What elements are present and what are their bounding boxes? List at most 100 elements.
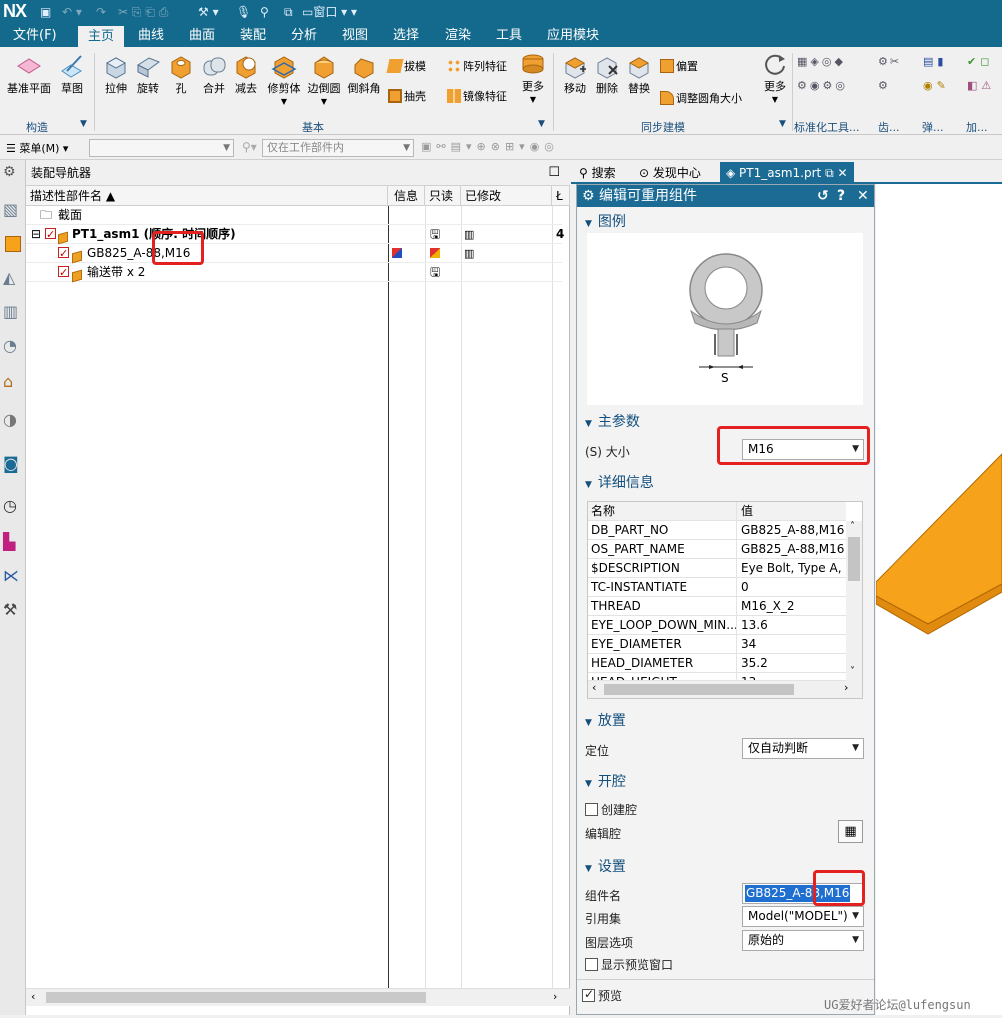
menu-button[interactable]: ☰ 菜单(M) ▾: [6, 140, 68, 156]
hd3d-icon[interactable]: ◔: [3, 336, 23, 356]
mirror-feature-button[interactable]: 镜像特征: [447, 89, 507, 104]
horizontal-scrollbar[interactable]: ‹ ›: [26, 988, 570, 1006]
position-dropdown[interactable]: 仅自动判断 ▼: [742, 738, 864, 759]
subtract-button[interactable]: 减去: [230, 53, 262, 95]
scroll-thumb[interactable]: [848, 537, 860, 581]
menu-assembly[interactable]: 装配: [240, 27, 266, 45]
scroll-thumb[interactable]: [46, 992, 426, 1003]
table-row[interactable]: HEAD_HEIGHT13: [588, 673, 846, 681]
standard-tools-icons[interactable]: ▦◈◎◆: [797, 55, 846, 69]
window-switch-icon[interactable]: ⧉: [284, 4, 293, 21]
selection-tool-icons[interactable]: ▣⚯▤▾⊕⊗⊞▾◉◎: [421, 140, 559, 153]
standard-tools-icons-2[interactable]: ⚙◉⚙◎: [797, 79, 848, 93]
scroll-left-icon[interactable]: ‹: [31, 990, 35, 1003]
analysis-icon[interactable]: ⋉: [3, 566, 23, 586]
horizontal-scrollbar[interactable]: ‹ ›: [588, 681, 862, 698]
draft-button[interactable]: 拔模: [386, 59, 426, 74]
graphics-window[interactable]: [875, 184, 1002, 1015]
menu-surface[interactable]: 曲面: [189, 27, 215, 45]
delete-face-button[interactable]: 删除: [591, 53, 623, 95]
reset-icon[interactable]: ↺: [817, 185, 829, 207]
tree-row-section[interactable]: 🗀 截面: [26, 206, 562, 225]
selection-scope-dropdown[interactable]: 仅在工作部件内 ▼: [262, 139, 414, 157]
shell-button[interactable]: 抽壳: [388, 89, 426, 104]
menu-tools[interactable]: 工具: [496, 27, 522, 45]
reuse-library-icon[interactable]: ▥: [3, 302, 23, 322]
trim-body-button[interactable]: 修剪体 ▼: [266, 53, 302, 108]
vertical-scrollbar[interactable]: ˄ ˅: [846, 521, 862, 681]
unite-button[interactable]: 合并: [198, 53, 230, 95]
table-row[interactable]: TC-INSTANTIATE 0: [588, 578, 846, 597]
assembly-navigator-icon[interactable]: [5, 236, 21, 252]
undo-icon[interactable]: ↶ ▾: [62, 4, 82, 21]
edit-cavity-button[interactable]: ▦: [838, 820, 863, 843]
layer-option-dropdown[interactable]: 原始的 ▼: [742, 930, 864, 951]
tree-row-eyebolt[interactable]: GB825_A-88,M16 ▥: [26, 244, 562, 264]
touch-mode-icon[interactable]: ⚲: [260, 4, 269, 21]
scroll-right-icon[interactable]: ›: [553, 990, 557, 1003]
sync-more-button[interactable]: 更多 ▼: [760, 51, 790, 106]
add-tools-icons-2[interactable]: ◧⚠: [967, 79, 995, 93]
gear-tools-icons[interactable]: ⚙✂: [878, 55, 901, 69]
edge-blend-dropdown-icon[interactable]: ▼: [305, 95, 343, 108]
datum-plane-button[interactable]: 基准平面: [4, 53, 54, 95]
window-menu[interactable]: ▭窗口 ▾ ▾: [302, 4, 357, 21]
group-label-gear[interactable]: 齿...: [878, 119, 900, 135]
redo-icon[interactable]: ↷: [96, 4, 106, 21]
part-navigator-icon[interactable]: ▧: [3, 200, 23, 220]
menu-select[interactable]: 选择: [393, 27, 419, 45]
table-row[interactable]: THREAD M16_X_2: [588, 597, 846, 616]
web-browser-icon[interactable]: ⌂: [3, 372, 23, 392]
menu-file[interactable]: 文件(F): [13, 27, 57, 45]
edge-blend-button[interactable]: 边倒圆 ▼: [305, 53, 343, 108]
section-cavity[interactable]: ▼ 开腔: [581, 772, 872, 792]
tab-search[interactable]: ⚲ 搜索: [573, 162, 622, 184]
tree-row-conveyor[interactable]: 输送带 x 2 🖫: [26, 263, 562, 283]
trim-body-dropdown-icon[interactable]: ▼: [266, 95, 302, 108]
move-face-button[interactable]: 移动: [559, 53, 591, 95]
history-icon[interactable]: ◑: [3, 410, 23, 430]
menu-render[interactable]: 渲染: [445, 27, 471, 45]
column-modified[interactable]: 已修改: [461, 186, 552, 206]
section-placement[interactable]: ▼ 放置: [581, 711, 872, 731]
type-filter-dropdown[interactable]: ▼: [89, 139, 234, 157]
offset-region-button[interactable]: 偏置: [660, 59, 698, 74]
scroll-right-icon[interactable]: ›: [844, 681, 848, 694]
group-label-standard-tools[interactable]: 标准化工具...: [794, 119, 860, 135]
scroll-left-icon[interactable]: ‹: [592, 681, 596, 694]
clock-icon[interactable]: ◷: [3, 496, 23, 516]
sync-group-dropdown[interactable]: ▼: [779, 119, 786, 129]
group-label-spring[interactable]: 弹...: [922, 119, 944, 135]
section-legend[interactable]: ▼ 图例: [581, 212, 872, 232]
reference-set-dropdown[interactable]: Model("MODEL") ▼: [742, 906, 864, 927]
close-icon[interactable]: ⧉ ✕: [825, 166, 847, 180]
add-tools-icons[interactable]: ✔◻: [967, 55, 993, 69]
chamfer-button[interactable]: 倒斜角: [346, 53, 382, 95]
constraint-navigator-icon[interactable]: ◭: [3, 268, 23, 288]
microphone-icon[interactable]: 🎙: [236, 4, 251, 21]
resize-blend-button[interactable]: 调整圆角大小: [660, 91, 742, 106]
table-row[interactable]: EYE_LOOP_DOWN_MIN... 13.6: [588, 616, 846, 635]
create-cavity-checkbox[interactable]: 创建腔: [585, 801, 637, 818]
collapse-icon[interactable]: ⊟: [31, 225, 41, 244]
command-finder-icon[interactable]: ⚒ ▾: [198, 4, 219, 21]
menu-curve[interactable]: 曲线: [138, 27, 164, 45]
maximize-icon[interactable]: ☐: [548, 160, 560, 186]
clipboard-icons[interactable]: ✂ ⎘ ⎗ ⎙: [118, 4, 168, 21]
pattern-feature-button[interactable]: 阵列特征: [447, 59, 507, 74]
visibility-checkbox[interactable]: [58, 244, 69, 263]
scroll-up-icon[interactable]: ˄: [850, 521, 855, 532]
table-row[interactable]: DB_PART_NO GB825_A-88,M16: [588, 521, 846, 540]
menu-view[interactable]: 视图: [342, 27, 368, 45]
menu-analysis[interactable]: 分析: [291, 27, 317, 45]
sketch-button[interactable]: 草图: [56, 53, 88, 95]
construct-group-dropdown[interactable]: ▼: [80, 119, 87, 129]
group-label-add[interactable]: 加...: [966, 119, 988, 135]
hole-button[interactable]: 孔: [166, 53, 196, 95]
column-more[interactable]: Ł: [552, 186, 570, 206]
basic-more-button[interactable]: 更多 ▼: [517, 51, 549, 106]
table-row[interactable]: EYE_DIAMETER 34: [588, 635, 846, 654]
table-row[interactable]: OS_PART_NAME GB825_A-88,M16: [588, 540, 846, 559]
table-row[interactable]: $DESCRIPTION Eye Bolt, Type A, G: [588, 559, 846, 578]
visibility-checkbox[interactable]: [58, 263, 69, 282]
